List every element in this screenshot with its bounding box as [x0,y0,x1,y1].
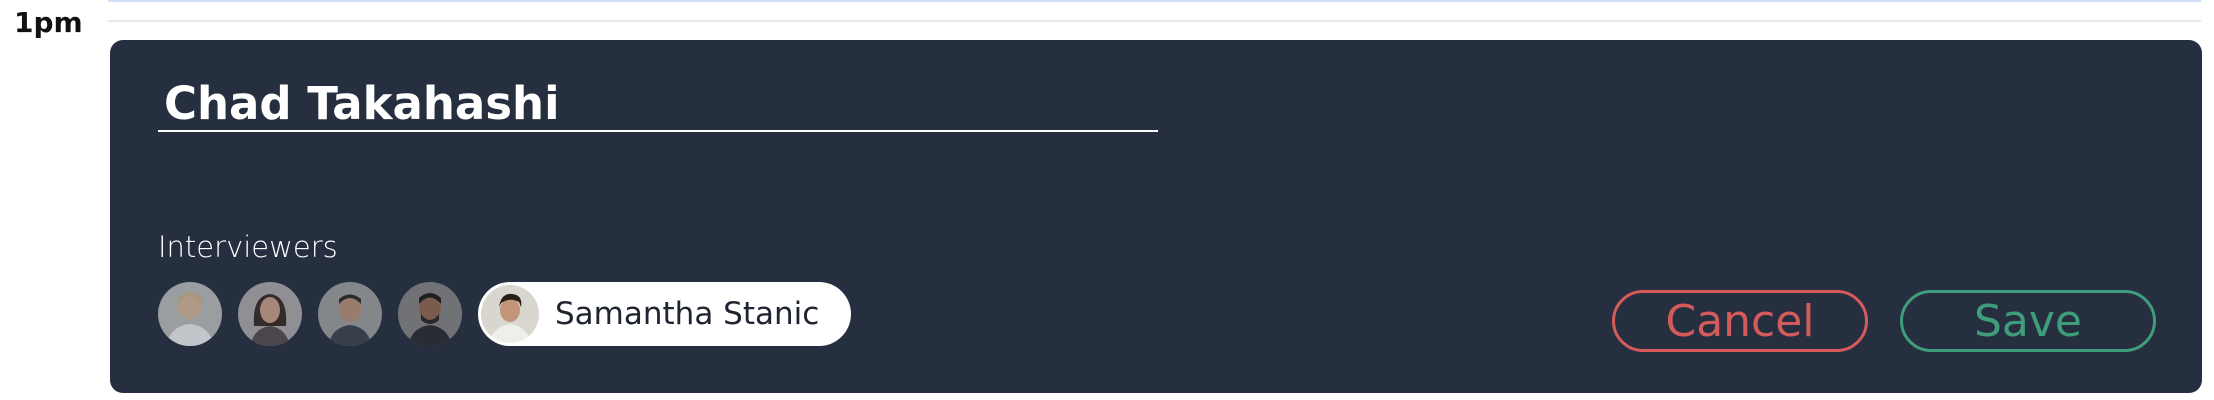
interviewer-avatar[interactable] [238,282,302,346]
interviewer-avatar[interactable] [158,282,222,346]
person-photo-icon [318,282,382,346]
interviewer-avatar-list: Samantha Stanic [158,282,852,346]
previous-event-edge [108,0,2201,2]
person-photo-icon [158,282,222,346]
person-photo-icon [398,282,462,346]
interviewer-avatar[interactable] [318,282,382,346]
hour-divider [108,20,2201,22]
selected-interviewer-name: Samantha Stanic [555,296,820,332]
time-label: 1pm [14,6,83,39]
interviewer-avatar [481,285,539,343]
candidate-name-input[interactable]: Chad Takahashi [158,76,1158,132]
interviewer-avatar[interactable] [398,282,462,346]
event-editor-panel: Chad Takahashi Interviewers Samantha Sta… [110,40,2202,393]
cancel-button[interactable]: Cancel [1612,290,1868,352]
selected-interviewer-chip[interactable]: Samantha Stanic [478,282,852,346]
person-photo-icon [238,282,302,346]
interviewers-label: Interviewers [158,230,338,264]
person-photo-icon [481,285,539,343]
save-button[interactable]: Save [1900,290,2156,352]
